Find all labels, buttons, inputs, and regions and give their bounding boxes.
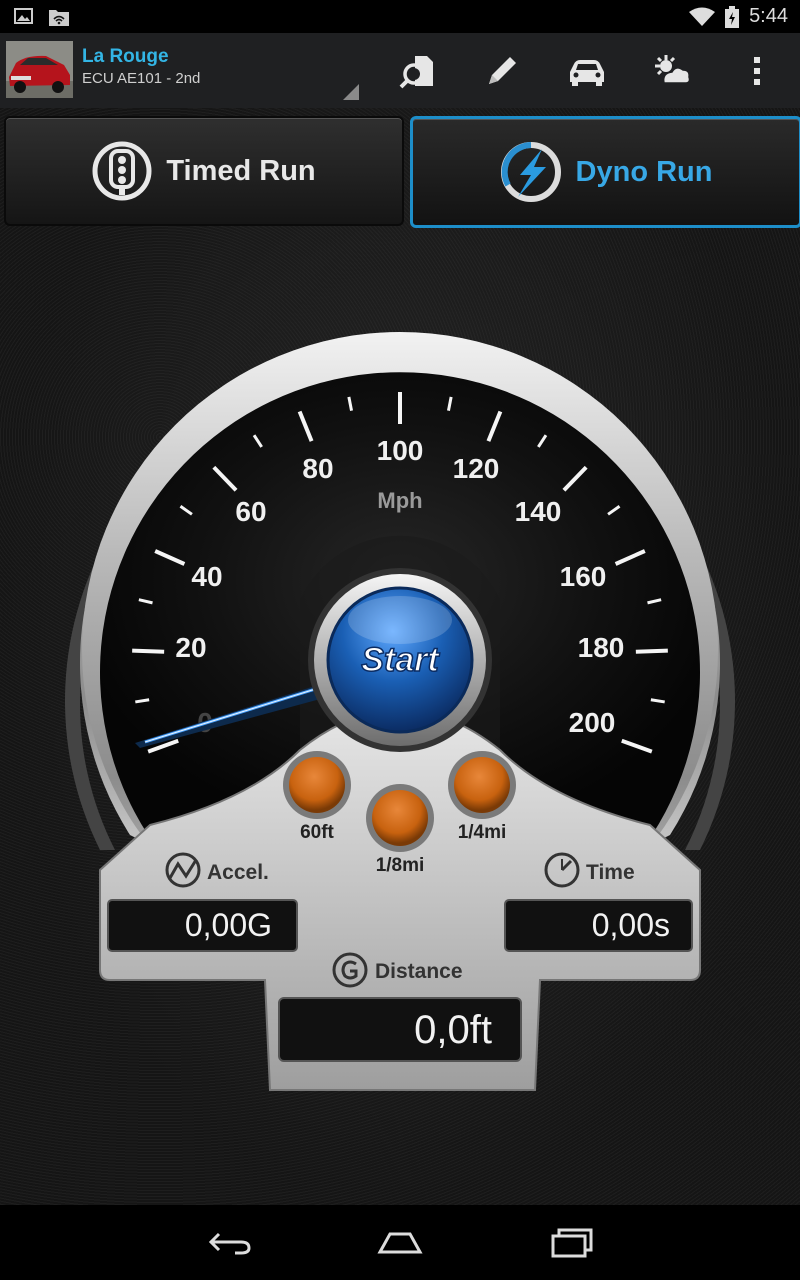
tick-label-180: 180	[578, 632, 625, 663]
tick-label-140: 140	[515, 496, 562, 527]
unit-label: Mph	[377, 488, 422, 513]
major-tick	[132, 648, 165, 654]
accel-label: Accel.	[207, 861, 269, 884]
indicator-label-60ft: 60ft	[300, 822, 334, 843]
status-time: 5:44	[749, 5, 788, 27]
tick-label-120: 120	[453, 453, 500, 484]
tab-timed-run[interactable]: Timed Run	[4, 116, 404, 226]
image-icon	[14, 8, 33, 24]
tick-label-100: 100	[377, 435, 424, 466]
tick-label-60: 60	[235, 496, 266, 527]
distance-value: 0,0ft	[414, 1008, 492, 1052]
back-icon[interactable]	[200, 1223, 260, 1263]
wifi-icon	[689, 7, 716, 26]
navigation-bar	[0, 1205, 800, 1280]
tick-label-80: 80	[302, 453, 333, 484]
car-photo-icon	[6, 41, 73, 98]
indicator-label-1-4mi: 1/4mi	[458, 822, 507, 843]
time-value: 0,00s	[592, 907, 670, 943]
start-button[interactable]: Start	[326, 586, 474, 734]
car-icon[interactable]	[567, 51, 607, 91]
tick-label-20: 20	[175, 632, 206, 663]
battery-charging-icon	[725, 5, 740, 28]
tab-timed-run-label: Timed Run	[166, 154, 316, 187]
vehicle-thumbnail[interactable]	[6, 41, 73, 98]
pencil-icon[interactable]	[482, 51, 522, 91]
tick-label-160: 160	[560, 561, 607, 592]
tick-label-200: 200	[569, 707, 616, 738]
wifi-file-icon	[49, 10, 69, 26]
major-tick	[635, 648, 668, 654]
status-bar: 5:44	[0, 0, 800, 33]
accel-value: 0,00G	[185, 907, 272, 943]
vehicle-selector[interactable]: La Rouge ECU AE101 - 2nd	[82, 45, 200, 89]
tick-label-40: 40	[191, 561, 222, 592]
tab-dyno-run[interactable]: Dyno Run	[410, 116, 800, 228]
overflow-menu-icon[interactable]	[737, 51, 777, 91]
dyno-lightning-icon	[500, 142, 561, 202]
weather-sun-cloud-icon[interactable]	[652, 51, 692, 91]
indicator-light-1-4mi	[448, 751, 516, 819]
tab-dyno-run-label: Dyno Run	[575, 155, 713, 188]
indicator-light-1-8mi	[366, 784, 434, 852]
indicator-label-1-8mi: 1/8mi	[376, 855, 425, 876]
start-button-label: Start	[361, 641, 440, 679]
time-label: Time	[586, 861, 635, 884]
spinner-indicator-icon	[343, 84, 359, 100]
recent-apps-icon[interactable]	[542, 1223, 602, 1263]
vehicle-name: La Rouge	[82, 46, 169, 67]
speedometer-gauge: Mph 0 20 40 60 80 100 120 140 160 180 20…	[64, 332, 735, 1091]
action-bar: La Rouge ECU AE101 - 2nd	[0, 33, 800, 110]
indicator-light-60ft	[283, 751, 351, 819]
distance-label: Distance	[375, 960, 463, 983]
diagnostic-scan-icon[interactable]	[398, 51, 438, 91]
traffic-light-icon	[92, 141, 152, 201]
home-icon[interactable]	[370, 1223, 430, 1263]
vehicle-subtitle: ECU AE101 - 2nd	[82, 70, 201, 87]
